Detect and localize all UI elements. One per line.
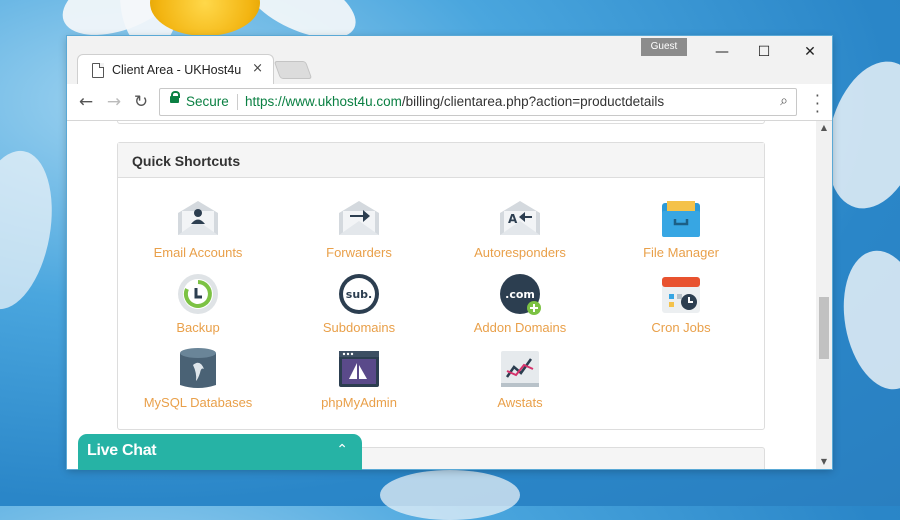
back-icon[interactable]: ← — [75, 91, 97, 113]
panel-header: Quick Shortcuts — [118, 143, 764, 178]
tab-client-area[interactable]: Client Area - UKHost4u × — [77, 54, 274, 85]
shortcut-file-manager[interactable]: File Manager — [601, 197, 761, 260]
subdomains-icon: sub. — [339, 274, 379, 314]
shortcut-label: Awstats — [497, 395, 543, 410]
shortcut-label: Backup — [176, 320, 220, 335]
reload-icon[interactable]: ↻ — [130, 91, 152, 113]
url-scheme: https:// — [245, 94, 286, 109]
shortcut-label: File Manager — [643, 245, 719, 260]
shortcut-label: Forwarders — [326, 245, 392, 260]
divider — [237, 94, 238, 110]
mysql-databases-icon — [180, 348, 216, 388]
live-chat-title: Live Chat — [87, 442, 157, 459]
minimize-button[interactable]: — — [707, 42, 737, 62]
autoresponders-icon: A — [500, 201, 540, 235]
shortcut-label: Cron Jobs — [651, 320, 711, 335]
chevron-up-icon[interactable]: ⌃ — [336, 442, 348, 458]
shortcut-awstats[interactable]: Awstats — [440, 347, 600, 410]
phpmyadmin-icon — [339, 351, 379, 387]
subdomains-glyph: sub. — [346, 288, 372, 301]
zoom-icon[interactable]: ⌕ — [780, 93, 788, 109]
forward-icon[interactable]: → — [103, 91, 125, 113]
url-text[interactable]: https://www.ukhost4u.com/billing/clienta… — [245, 94, 664, 109]
shortcut-addon-domains[interactable]: .com Addon Domains — [440, 272, 600, 335]
shortcut-mysql-databases[interactable]: MySQL Databases — [118, 347, 278, 410]
new-tab-button[interactable] — [273, 61, 313, 79]
page-content: Quick Shortcuts Email Accounts Forwarder… — [67, 121, 816, 469]
maximize-button[interactable]: ☐ — [749, 42, 779, 62]
scrollbar-thumb[interactable] — [819, 297, 829, 359]
shortcut-label: Subdomains — [322, 320, 396, 335]
file-manager-icon — [662, 201, 700, 237]
title-bar: Guest — ☐ ✕ Client Area - UKHost4u × — [67, 36, 832, 85]
browser-window: Guest — ☐ ✕ Client Area - UKHost4u × ← →… — [67, 36, 832, 469]
browser-toolbar: ← → ↻ Secure https://www.ukhost4u.com/bi… — [67, 84, 832, 121]
email-accounts-icon — [178, 201, 218, 235]
tab-close-icon[interactable]: × — [252, 61, 263, 76]
shortcut-label: Addon Domains — [473, 320, 567, 335]
shortcut-autoresponders[interactable]: A Autoresponders — [440, 197, 600, 260]
shortcut-phpmyadmin[interactable]: phpMyAdmin — [279, 347, 439, 410]
shortcut-subdomains[interactable]: sub. Subdomains — [279, 272, 439, 335]
addon-domains-icon: .com — [500, 274, 541, 315]
url-host: www.ukhost4u.com — [285, 94, 402, 109]
addon-glyph: .com — [505, 288, 535, 301]
live-chat-widget[interactable]: Live Chat ⌃ — [78, 434, 362, 470]
shortcut-forwarders[interactable]: Forwarders — [279, 197, 439, 260]
url-path: /billing/clientarea.php?action=productde… — [401, 94, 665, 109]
cron-jobs-icon — [662, 277, 700, 313]
shortcut-label: Email Accounts — [153, 245, 243, 260]
guest-badge[interactable]: Guest — [641, 38, 687, 56]
shortcut-backup[interactable]: Backup — [118, 272, 278, 335]
shortcut-cron-jobs[interactable]: Cron Jobs — [601, 272, 761, 335]
shortcut-label: phpMyAdmin — [321, 395, 397, 410]
vertical-scrollbar[interactable]: ▲ ▼ — [816, 121, 832, 469]
scroll-down-icon[interactable]: ▼ — [816, 455, 832, 469]
shortcut-label: MySQL Databases — [143, 395, 253, 410]
quick-shortcuts-panel: Quick Shortcuts Email Accounts Forwarder… — [117, 142, 765, 430]
shortcut-label: Autoresponders — [474, 245, 566, 260]
tab-title: Client Area - UKHost4u — [112, 63, 242, 77]
page-icon — [92, 63, 104, 78]
scroll-up-icon[interactable]: ▲ — [816, 121, 832, 135]
menu-icon[interactable]: · · · — [815, 88, 820, 120]
forwarders-icon — [339, 201, 379, 235]
previous-panel — [117, 121, 765, 124]
shortcut-email-accounts[interactable]: Email Accounts — [118, 197, 278, 260]
close-window-button[interactable]: ✕ — [795, 42, 825, 62]
backup-icon — [178, 274, 218, 314]
address-bar[interactable]: Secure https://www.ukhost4u.com/billing/… — [159, 88, 797, 116]
secure-label: Secure — [186, 94, 229, 109]
autoresponder-glyph: A — [508, 212, 518, 226]
awstats-icon — [501, 351, 539, 387]
lock-icon — [170, 91, 180, 103]
panel-title: Quick Shortcuts — [132, 153, 241, 169]
